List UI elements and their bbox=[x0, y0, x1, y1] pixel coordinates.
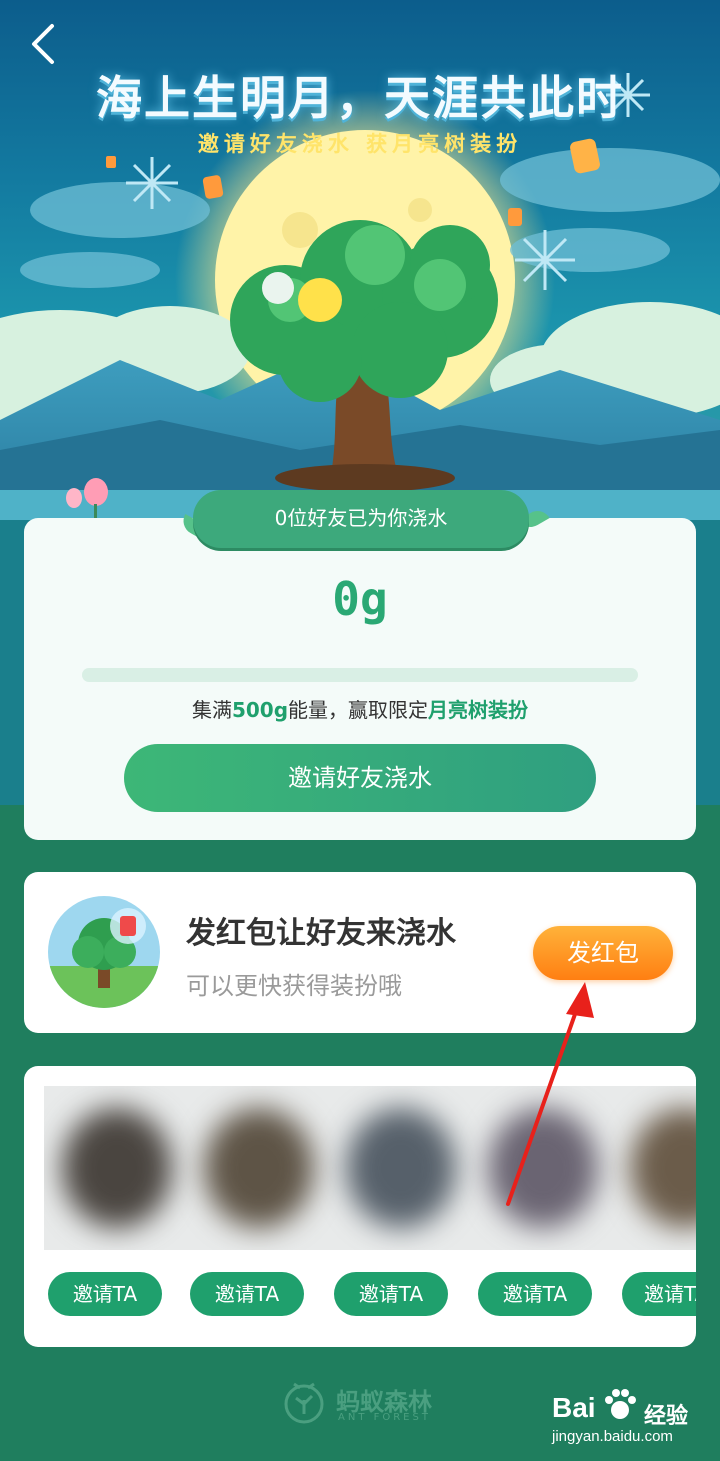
goal-prefix: 集满 bbox=[191, 698, 232, 722]
friend-avatar[interactable] bbox=[62, 1108, 172, 1228]
tree-avatar bbox=[48, 896, 160, 1008]
invite-ta-button[interactable]: 邀请TA bbox=[190, 1272, 304, 1316]
friend-avatar[interactable] bbox=[630, 1108, 696, 1228]
friends-watered-ribbon: 0位好友已为你浇水 bbox=[193, 490, 529, 548]
hero-title: 海上生明月，天涯共此时 bbox=[96, 71, 624, 125]
baidu-watermark-logo: Bai bbox=[552, 1392, 596, 1423]
tree-icon bbox=[48, 908, 160, 1008]
invite-friends-water-button[interactable]: 邀请好友浇水 bbox=[124, 744, 596, 812]
invite-ta-button[interactable]: 邀请TA bbox=[622, 1272, 696, 1316]
friend-avatar[interactable] bbox=[204, 1108, 314, 1228]
goal-amount: 500g bbox=[231, 698, 289, 722]
invite-ta-button[interactable]: 邀请TA bbox=[478, 1272, 592, 1316]
yellow-character bbox=[298, 278, 342, 322]
back-button[interactable] bbox=[22, 20, 66, 68]
hero-subtitle: 邀请好友浇水 获月亮树装扮 bbox=[197, 132, 523, 156]
red-packet-title: 发红包让好友来浇水 bbox=[186, 916, 456, 951]
goal-text: 集满500g能量，赢取限定月亮树装扮 bbox=[0, 694, 720, 723]
energy-amount: 0g bbox=[332, 572, 388, 626]
goal-reward: 月亮树装扮 bbox=[428, 698, 529, 722]
white-character bbox=[262, 272, 294, 304]
ant-forest-page: 海上生明月，天涯共此时 邀请好友浇水 获月亮树装扮 0位好友已为你浇水 0g 集… bbox=[0, 0, 720, 1461]
friend-avatar[interactable] bbox=[488, 1108, 598, 1228]
baidu-paw-icon bbox=[605, 1389, 636, 1419]
baidu-watermark-url: jingyan.baidu.com bbox=[552, 1428, 673, 1445]
red-packet-subtitle: 可以更快获得装扮哦 bbox=[186, 972, 402, 1000]
friends-avatar-strip[interactable] bbox=[44, 1086, 696, 1250]
baidu-watermark-text: 经验 bbox=[644, 1404, 689, 1429]
invite-ta-button[interactable]: 邀请TA bbox=[48, 1272, 162, 1316]
goal-middle: 能量，赢取限定 bbox=[288, 698, 429, 722]
invite-ta-button[interactable]: 邀请TA bbox=[334, 1272, 448, 1316]
energy-progress-bar bbox=[82, 668, 638, 682]
brand-english-name: ANT FOREST bbox=[338, 1412, 431, 1423]
send-red-packet-button[interactable]: 发红包 bbox=[533, 926, 673, 980]
chevron-left-icon bbox=[32, 24, 54, 64]
friend-avatar[interactable] bbox=[346, 1108, 456, 1228]
